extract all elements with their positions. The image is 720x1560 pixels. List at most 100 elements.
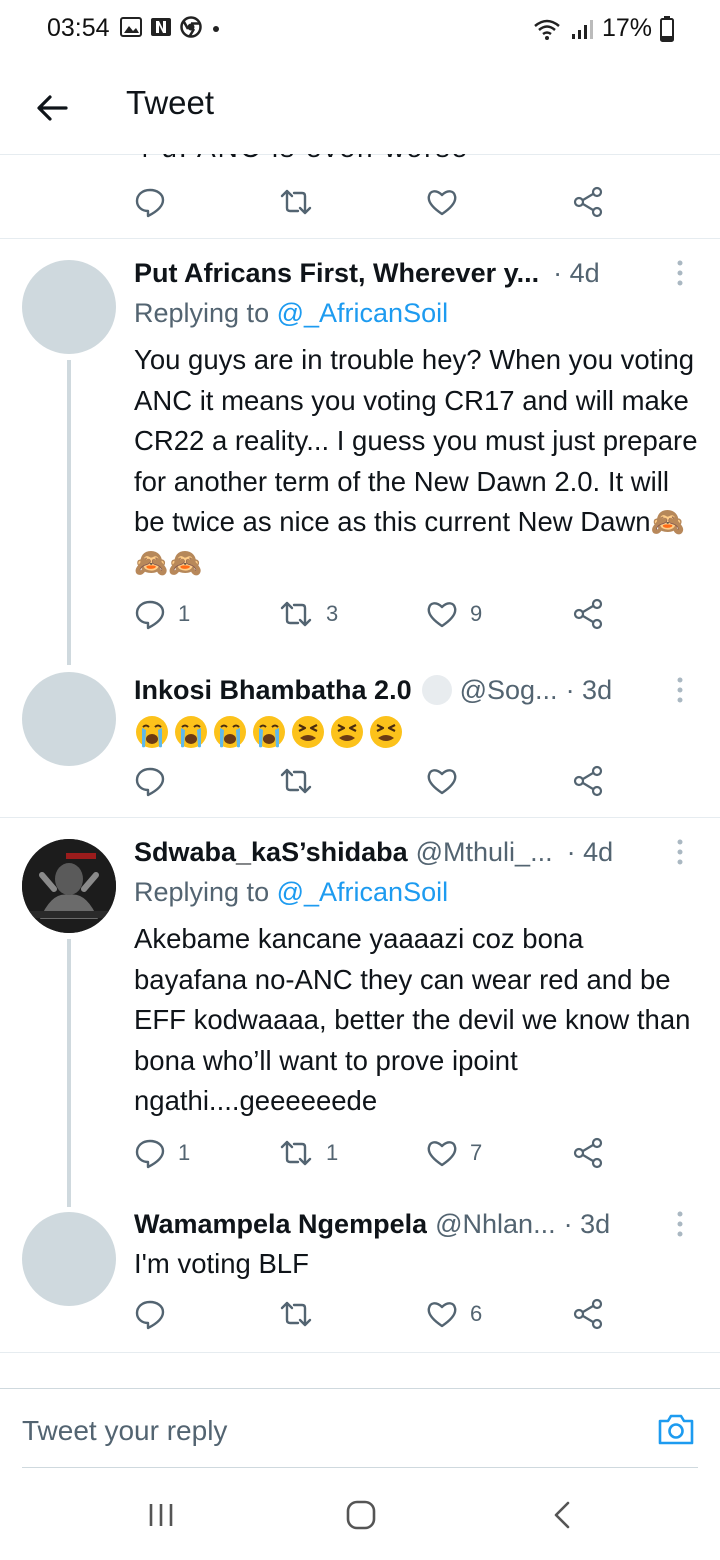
dot-icon (213, 26, 219, 32)
status-bar: 03:54 17% (0, 0, 720, 62)
avatar[interactable] (22, 260, 116, 354)
retweet-icon (280, 601, 312, 627)
author-handle[interactable]: @Mthuli_... (416, 837, 553, 868)
tweet-header: Inkosi Bhambatha 2.0 @Sog... · 3d (134, 672, 690, 708)
like-button[interactable]: 7 (426, 1137, 482, 1169)
retweet-button[interactable]: 1 (278, 1137, 338, 1169)
status-time: 03:54 (47, 14, 110, 42)
like-button[interactable]: 6 (426, 1298, 482, 1330)
tweet-time: · 3d (563, 1208, 611, 1239)
reply-button[interactable] (134, 765, 166, 797)
tired-face-emoji-icon (331, 716, 363, 748)
system-nav-bar (0, 1470, 720, 1560)
reply-input[interactable]: Tweet your reply (22, 1415, 227, 1447)
previous-tweet-actions (134, 186, 614, 222)
avatar[interactable] (22, 839, 116, 933)
tweet-actions: 1 1 7 (134, 1137, 614, 1173)
heart-icon (427, 190, 457, 216)
gallery-icon (120, 17, 142, 37)
retweet-button[interactable] (278, 186, 314, 218)
mention-link[interactable]: @_AfricanSoil (277, 877, 448, 907)
tweet-time: · 4d (566, 836, 614, 867)
chrome-icon (180, 16, 202, 38)
author-name[interactable]: Put Africans First, Wherever y... (134, 258, 539, 289)
tweet[interactable]: Put Africans First, Wherever y... · 4d R… (0, 238, 720, 665)
retweet-icon (280, 768, 312, 794)
reply-icon (135, 1139, 165, 1169)
tweet[interactable]: Sdwaba_kaS’shidaba @Mthuli_... · 4d Repl… (0, 817, 720, 1207)
retweet-count: 1 (326, 1140, 339, 1165)
more-options-icon[interactable] (670, 672, 690, 708)
home-icon[interactable] (345, 1500, 377, 1530)
verified-badge (421, 675, 452, 705)
like-count: 6 (470, 1301, 483, 1326)
crying-face-emoji-icon (214, 716, 246, 748)
replying-label: Replying to (134, 298, 270, 328)
share-icon (573, 186, 603, 218)
reply-icon (135, 600, 165, 630)
reply-button[interactable] (134, 1298, 166, 1330)
more-options-icon[interactable] (670, 834, 690, 870)
status-right: 17% (532, 14, 674, 43)
retweet-button[interactable]: 3 (278, 598, 338, 630)
share-icon (573, 598, 603, 630)
mention-link[interactable]: @_AfricanSoil (277, 298, 448, 328)
share-button[interactable] (572, 598, 604, 630)
reply-button[interactable]: 1 (134, 1137, 190, 1169)
tweet-time: · 3d (565, 674, 613, 705)
share-button[interactable] (572, 765, 604, 797)
reply-button[interactable]: 1 (134, 598, 190, 630)
app-bar: Tweet (0, 62, 720, 155)
wifi-icon (534, 19, 560, 40)
signal-icon (571, 19, 593, 39)
heart-icon (427, 1302, 457, 1328)
like-button[interactable] (426, 765, 458, 797)
tired-face-emoji-icon (370, 716, 402, 748)
more-options-icon[interactable] (670, 1206, 690, 1242)
author-name[interactable]: Inkosi Bhambatha 2.0 (134, 675, 412, 706)
tweet-time: · 4d (553, 257, 600, 288)
notification-icons (120, 16, 222, 38)
replying-to: Replying to @_AfricanSoil (134, 877, 448, 908)
tweet-header: Wamampela Ngempela @Nhlan... · 3d (134, 1206, 690, 1242)
battery-icon (660, 15, 674, 42)
tweet[interactable]: Wamampela Ngempela @Nhlan... · 3d I'm vo… (0, 1190, 720, 1350)
tweet-text: Akebame kancane yaaaazi coz bona bayafan… (134, 923, 691, 1117)
share-button[interactable] (572, 186, 604, 218)
emoji-row (134, 714, 404, 750)
previous-tweet-text-clip: 4 u. ANC is even worse (0, 154, 720, 164)
camera-icon[interactable] (656, 1409, 696, 1449)
recent-apps-icon[interactable] (146, 1500, 176, 1530)
tweet-text: You guys are in trouble hey? When you vo… (134, 344, 698, 578)
avatar[interactable] (22, 672, 116, 766)
author-handle[interactable]: @Nhlan... (435, 1209, 555, 1240)
previous-tweet-text: 4 u. ANC is even worse (134, 154, 469, 164)
like-button[interactable] (426, 186, 458, 218)
like-count: 9 (470, 601, 483, 626)
author-handle[interactable]: @Sog... (460, 675, 558, 706)
avatar-image (22, 839, 116, 933)
share-button[interactable] (572, 1298, 604, 1330)
retweet-button[interactable] (278, 765, 314, 797)
author-name[interactable]: Wamampela Ngempela (134, 1209, 427, 1240)
back-arrow-icon[interactable] (32, 88, 72, 128)
retweet-icon (280, 189, 312, 215)
avatar[interactable] (22, 1212, 116, 1306)
reply-underline (22, 1467, 698, 1468)
back-icon[interactable] (550, 1500, 574, 1530)
like-count: 7 (470, 1140, 483, 1165)
tweet[interactable]: Inkosi Bhambatha 2.0 @Sog... · 3d (0, 650, 720, 815)
tweet-header: Sdwaba_kaS’shidaba @Mthuli_... · 4d (134, 834, 690, 870)
like-button[interactable]: 9 (426, 598, 482, 630)
retweet-count: 3 (326, 601, 339, 626)
author-name[interactable]: Sdwaba_kaS’shidaba (134, 837, 408, 868)
more-options-icon[interactable] (670, 255, 690, 291)
tweet-header: Put Africans First, Wherever y... · 4d (134, 255, 690, 291)
crying-face-emoji-icon (253, 716, 285, 748)
netflix-icon (151, 18, 171, 36)
crying-face-emoji-icon (136, 716, 168, 748)
reply-button[interactable] (134, 186, 166, 218)
replying-label: Replying to (134, 877, 270, 907)
share-button[interactable] (572, 1137, 604, 1169)
retweet-button[interactable] (278, 1298, 314, 1330)
